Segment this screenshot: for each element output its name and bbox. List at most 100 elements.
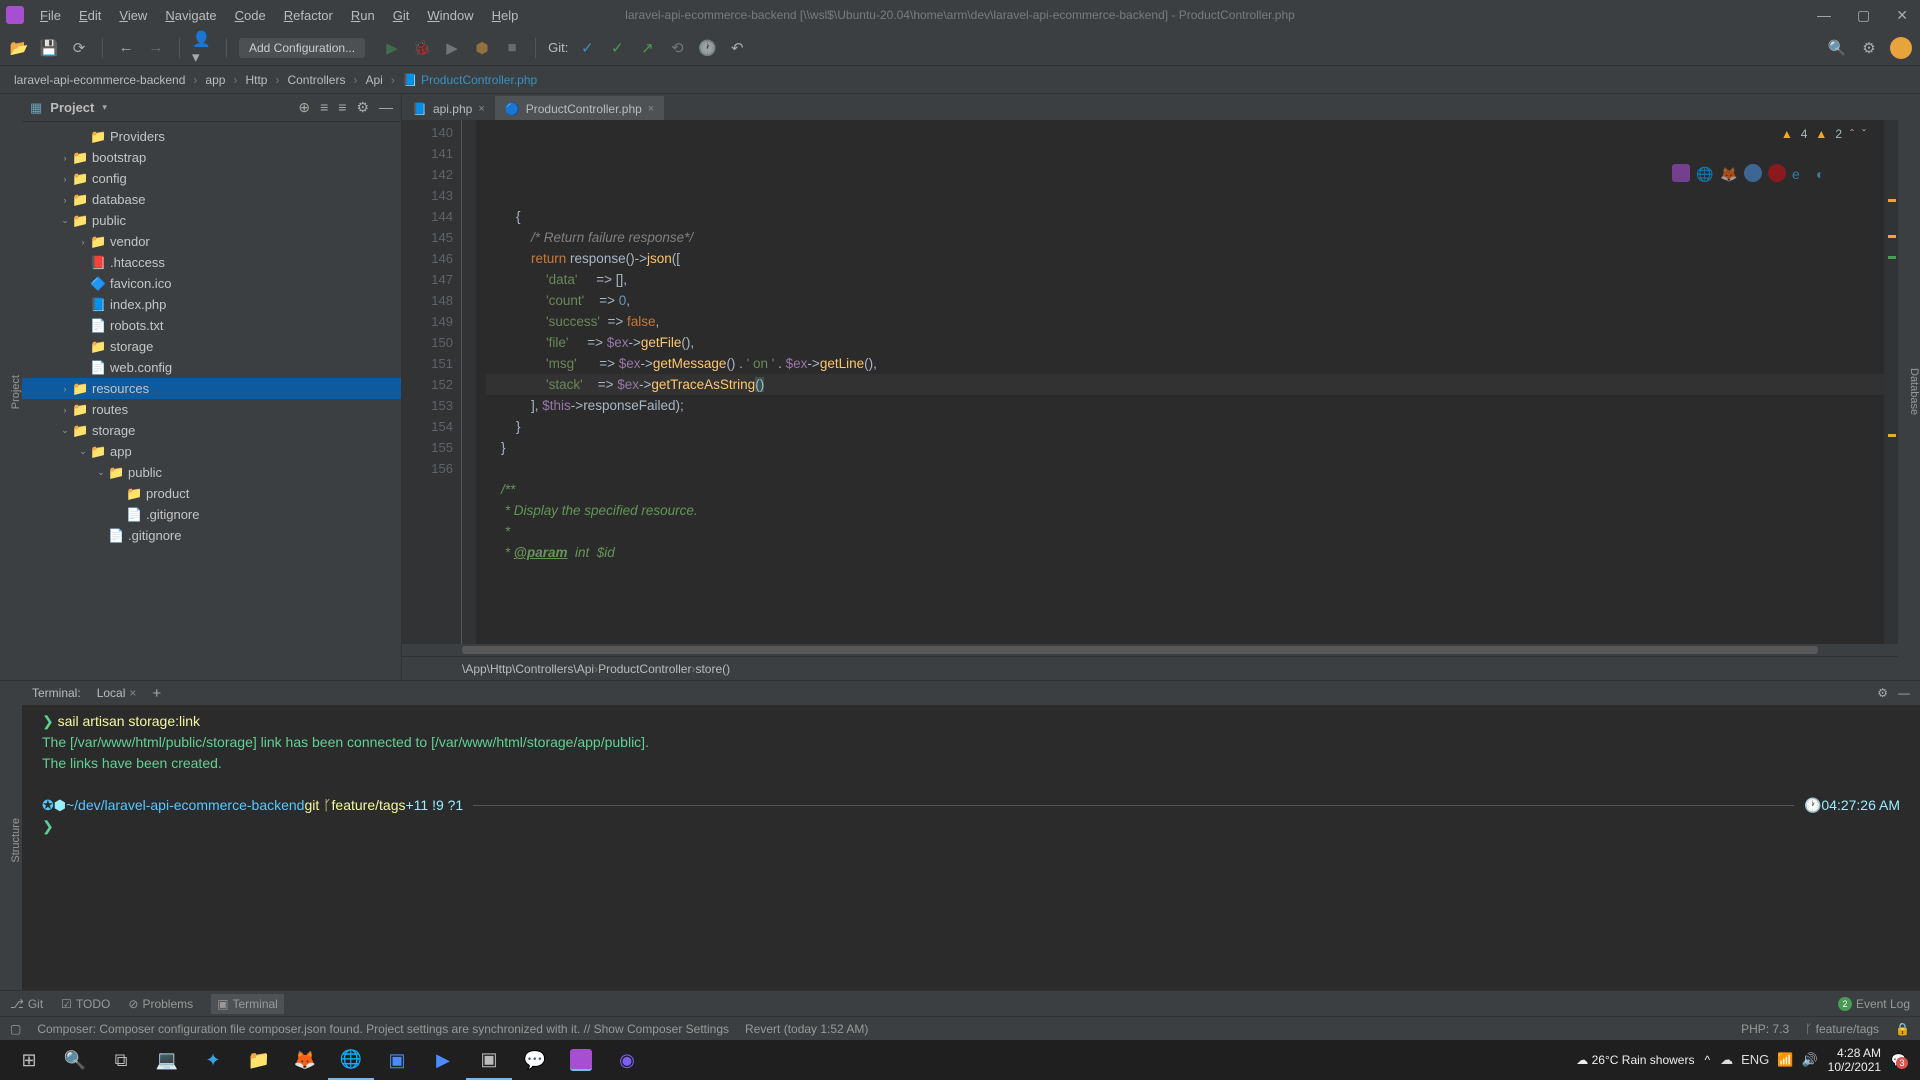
git-tool-button[interactable]: ⎇ Git — [10, 997, 43, 1011]
terminal-content[interactable]: ❯ sail artisan storage:link The [/var/ww… — [22, 705, 1920, 990]
stop-icon[interactable]: ■ — [501, 37, 523, 59]
terminal-settings-icon[interactable]: ⚙ — [1877, 686, 1888, 700]
add-configuration-button[interactable]: Add Configuration... — [239, 38, 365, 58]
close-tab-icon[interactable]: × — [648, 103, 654, 115]
search-button[interactable]: 🔍 — [52, 1040, 98, 1080]
event-log-button[interactable]: 2 Event Log — [1838, 997, 1910, 1011]
tree-item[interactable]: 📄.gitignore — [22, 525, 401, 546]
firefox-icon[interactable]: 🦊 — [282, 1040, 328, 1080]
chevron-down-icon[interactable]: ˇ — [1862, 124, 1866, 145]
profile-icon[interactable]: ⬢ — [471, 37, 493, 59]
git-pull-icon[interactable]: ✓ — [576, 37, 598, 59]
avatar[interactable] — [1890, 37, 1912, 59]
ie-icon[interactable]: e — [1792, 164, 1810, 182]
status-message[interactable]: Composer: Composer configuration file co… — [37, 1022, 729, 1036]
menu-run[interactable]: Run — [343, 4, 383, 27]
opera-icon[interactable] — [1768, 164, 1786, 182]
git-history-icon[interactable]: ⟲ — [666, 37, 688, 59]
editor-error-stripe[interactable] — [1884, 120, 1898, 644]
forward-icon[interactable]: → — [145, 37, 167, 59]
tree-item[interactable]: 📕.htaccess — [22, 252, 401, 273]
maximize-button[interactable]: ▢ — [1851, 5, 1876, 26]
taskbar-clock[interactable]: 4:28 AM 10/2/2021 — [1828, 1046, 1881, 1075]
menu-navigate[interactable]: Navigate — [157, 4, 224, 27]
breadcrumb-item[interactable]: Api — [361, 73, 386, 87]
zoom-icon[interactable]: ▣ — [374, 1040, 420, 1080]
menu-git[interactable]: Git — [385, 4, 418, 27]
editor-breadcrumb-item[interactable]: store() — [695, 662, 730, 676]
tree-item[interactable]: ⌄📁storage — [22, 420, 401, 441]
close-tab-icon[interactable]: × — [478, 103, 484, 115]
save-icon[interactable]: 💾 — [38, 37, 60, 59]
chrome-icon[interactable]: 🌐 — [328, 1040, 374, 1080]
tree-item[interactable]: 🔷favicon.ico — [22, 273, 401, 294]
tree-item[interactable]: ›📁routes — [22, 399, 401, 420]
collapse-icon[interactable]: ≡ — [338, 99, 346, 116]
chevron-up-icon[interactable]: ˆ — [1850, 124, 1854, 145]
refresh-icon[interactable]: ⟳ — [68, 37, 90, 59]
git-rollback-icon[interactable]: ↶ — [726, 37, 748, 59]
safari-icon[interactable] — [1744, 164, 1762, 182]
editor-content[interactable]: 1401411421431441451461471481491501511521… — [402, 120, 1898, 644]
vscode-icon[interactable]: ✦ — [190, 1040, 236, 1080]
tree-item[interactable]: ›📁resources — [22, 378, 401, 399]
menu-refactor[interactable]: Refactor — [276, 4, 341, 27]
todo-tool-button[interactable]: ☑ TODO — [61, 997, 110, 1011]
minimize-button[interactable]: — — [1811, 5, 1837, 26]
inspection-widget[interactable]: ▲4 ▲2 ˆ ˇ — [1781, 124, 1866, 145]
tree-item[interactable]: ⌄📁public — [22, 210, 401, 231]
tree-item[interactable]: ⌄📁app — [22, 441, 401, 462]
tree-item[interactable]: 📄web.config — [22, 357, 401, 378]
git-commit-icon[interactable]: ✓ — [606, 37, 628, 59]
terminal-hide-icon[interactable]: — — [1898, 686, 1910, 700]
user-menu-icon[interactable]: 👤▾ — [192, 37, 214, 59]
tree-item[interactable]: 📁storage — [22, 336, 401, 357]
breadcrumb-item[interactable]: laravel-api-ecommerce-backend — [10, 73, 189, 87]
tree-item[interactable]: ›📁vendor — [22, 231, 401, 252]
menu-view[interactable]: View — [111, 4, 155, 27]
lock-icon[interactable]: 🔒 — [1895, 1022, 1910, 1036]
wifi-icon[interactable]: 📶 — [1777, 1052, 1793, 1068]
project-dropdown-icon[interactable]: ▾ — [102, 102, 107, 113]
settings-gear-icon[interactable]: ⚙ — [356, 99, 369, 116]
tree-item[interactable]: 📁product — [22, 483, 401, 504]
run-icon[interactable]: ▶ — [381, 37, 403, 59]
close-tab-icon[interactable]: × — [129, 686, 136, 700]
breadcrumb-item[interactable]: app — [201, 73, 229, 87]
tree-item[interactable]: ⌄📁public — [22, 462, 401, 483]
breadcrumb-item[interactable]: 📘 ProductController.php — [399, 73, 541, 87]
insomnia-icon[interactable]: ◉ — [604, 1040, 650, 1080]
menu-window[interactable]: Window — [419, 4, 481, 27]
php-version[interactable]: PHP: 7.3 — [1741, 1022, 1789, 1036]
tool-project[interactable]: Project — [10, 375, 22, 409]
phpstorm-browser-icon[interactable] — [1672, 164, 1690, 182]
start-button[interactable]: ⊞ — [6, 1040, 52, 1080]
menu-edit[interactable]: Edit — [71, 4, 109, 27]
open-icon[interactable]: 📂 — [8, 37, 30, 59]
editor-tab[interactable]: 🔵ProductController.php× — [495, 96, 664, 120]
search-icon[interactable]: 🔍 — [1826, 37, 1848, 59]
terminal-app-icon[interactable]: ▣ — [466, 1040, 512, 1080]
expand-icon[interactable]: ≡ — [320, 99, 328, 116]
breadcrumb-item[interactable]: Http — [241, 73, 271, 87]
movies-icon[interactable]: ▶ — [420, 1040, 466, 1080]
tool-database[interactable]: Database — [1908, 368, 1920, 415]
status-revert[interactable]: Revert (today 1:52 AM) — [745, 1022, 868, 1036]
chrome-icon[interactable]: 🌐 — [1696, 164, 1714, 182]
menu-file[interactable]: File — [32, 4, 69, 27]
weather-widget[interactable]: ☁ 26°C Rain showers — [1576, 1053, 1694, 1067]
close-button[interactable]: ✕ — [1890, 5, 1914, 26]
code-area[interactable]: ▲4 ▲2 ˆ ˇ 🌐 🦊 e ◐ { /* Return failure re… — [476, 120, 1884, 644]
task-view-button[interactable]: ⧉ — [98, 1040, 144, 1080]
phpstorm-taskbar-icon[interactable] — [570, 1049, 592, 1071]
menu-code[interactable]: Code — [227, 4, 274, 27]
git-push-icon[interactable]: ↗ — [636, 37, 658, 59]
notifications-icon[interactable]: 💬3 — [1891, 1053, 1906, 1067]
tree-item[interactable]: 📄robots.txt — [22, 315, 401, 336]
tree-item[interactable]: 📁Providers — [22, 126, 401, 147]
locate-icon[interactable]: ⊕ — [298, 99, 310, 116]
tree-item[interactable]: 📄.gitignore — [22, 504, 401, 525]
menu-help[interactable]: Help — [484, 4, 527, 27]
whatsapp-icon[interactable]: 💬 — [512, 1040, 558, 1080]
coverage-icon[interactable]: ▶ — [441, 37, 463, 59]
